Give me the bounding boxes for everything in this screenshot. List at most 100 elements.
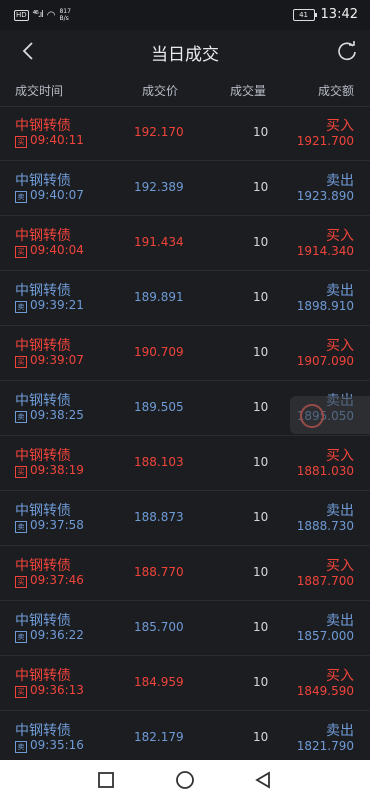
square-icon <box>98 772 114 788</box>
trade-time: 09:40:11 <box>30 133 84 147</box>
hd-badge: HD <box>14 9 29 21</box>
trade-type-tag: 买 <box>15 686 27 698</box>
trade-side: 买入 <box>326 448 354 464</box>
trade-side: 卖出 <box>326 613 354 629</box>
trade-volume: 10 <box>253 675 269 689</box>
trade-volume: 10 <box>253 565 269 579</box>
trade-amount: 1849.590 <box>296 684 354 698</box>
trade-price: 192.389 <box>134 180 184 194</box>
trade-amount: 1888.730 <box>296 519 354 533</box>
trade-volume: 10 <box>253 125 269 139</box>
trade-price: 188.103 <box>134 455 184 469</box>
trade-amount: 1881.030 <box>296 464 354 478</box>
trade-amount: 1821.790 <box>296 739 354 753</box>
trade-price: 190.709 <box>134 345 184 359</box>
table-row[interactable]: 中钢转债买 09:39:07 190.709 10 买入 1907.090 <box>0 326 370 381</box>
trade-volume: 10 <box>253 730 269 744</box>
trade-type-tag: 买 <box>15 576 27 588</box>
trade-price: 185.700 <box>134 620 184 634</box>
trade-side: 买入 <box>326 338 354 354</box>
trade-time: 09:37:46 <box>30 573 84 587</box>
table-row[interactable]: 中钢转债卖 09:39:21 189.891 10 卖出 1898.910 <box>0 271 370 326</box>
trade-type-tag: 卖 <box>15 631 27 643</box>
table-row[interactable]: 中钢转债卖 09:36:22 185.700 10 卖出 1857.000 <box>0 601 370 656</box>
stock-name: 中钢转债 <box>15 118 71 134</box>
table-header: 成交时间 成交价 成交量 成交额 <box>0 72 370 107</box>
speed-value: 817 <box>59 8 71 15</box>
wifi-icon: ◠ <box>46 9 56 21</box>
trade-type-tag: 卖 <box>15 741 27 753</box>
nav-bar: 当日成交 <box>0 30 370 72</box>
trade-amount: 1857.000 <box>296 629 354 643</box>
trade-price: 188.873 <box>134 510 184 524</box>
table-row[interactable]: 中钢转债卖 09:35:16 182.179 10 卖出 1821.790 <box>0 711 370 766</box>
trade-amount: 1914.340 <box>296 244 354 258</box>
trade-price: 189.505 <box>134 400 184 414</box>
trade-type-tag: 买 <box>15 356 27 368</box>
clock: 13:42 <box>320 7 358 22</box>
table-row[interactable]: 中钢转债买 09:36:13 184.959 10 买入 1849.590 <box>0 656 370 711</box>
trade-side: 卖出 <box>326 503 354 519</box>
trade-side: 卖出 <box>326 283 354 299</box>
trade-price: 188.770 <box>134 565 184 579</box>
trade-volume: 10 <box>253 290 269 304</box>
trade-time: 09:36:22 <box>30 628 84 642</box>
table-row[interactable]: 中钢转债买 09:40:11 192.170 10 买入 1921.700 <box>0 106 370 161</box>
speed-unit: B/s <box>59 15 69 22</box>
table-row[interactable]: 中钢转债买 09:37:46 188.770 10 买入 1887.700 <box>0 546 370 601</box>
trade-time: 09:35:16 <box>30 738 84 752</box>
trade-list: 中钢转债买 09:40:11 192.170 10 买入 1921.700 中钢转债卖 09:… <box>0 106 370 766</box>
triangle-back-icon <box>255 771 270 789</box>
trade-type-tag: 买 <box>15 136 27 148</box>
table-row[interactable]: 中钢转债买 09:40:04 191.434 10 买入 1914.340 <box>0 216 370 271</box>
header-volume: 成交量 <box>230 84 267 98</box>
refresh-icon <box>338 41 356 61</box>
trade-type-tag: 卖 <box>15 521 27 533</box>
trade-volume: 10 <box>253 510 269 524</box>
system-back-button[interactable] <box>253 770 273 790</box>
trade-side: 买入 <box>326 118 354 134</box>
trade-type-tag: 卖 <box>15 301 27 313</box>
trade-volume: 10 <box>253 235 269 249</box>
trade-price: 191.434 <box>134 235 184 249</box>
trade-type-tag: 卖 <box>15 191 27 203</box>
floating-assistant-button[interactable] <box>290 396 370 434</box>
battery-icon: 41 <box>292 8 317 21</box>
trade-time: 09:39:21 <box>30 298 84 312</box>
circle-icon <box>176 771 194 789</box>
table-row[interactable]: 中钢转债买 09:38:19 188.103 10 买入 1881.030 <box>0 436 370 491</box>
signal-icon: ⁴⁶.ıl <box>32 10 44 20</box>
stock-name: 中钢转债 <box>15 448 71 464</box>
status-left: HD ⁴⁶.ıl ◠ 817 B/s <box>14 8 71 22</box>
refresh-button[interactable] <box>336 40 358 62</box>
trade-amount: 1921.700 <box>296 134 354 148</box>
trade-volume: 10 <box>253 180 269 194</box>
trade-type-tag: 卖 <box>15 411 27 423</box>
table-row[interactable]: 中钢转债卖 09:37:58 188.873 10 卖出 1888.730 <box>0 491 370 546</box>
trade-type-tag: 买 <box>15 466 27 478</box>
trade-amount: 1923.890 <box>296 189 354 203</box>
table-row[interactable]: 中钢转债卖 09:40:07 192.389 10 卖出 1923.890 <box>0 161 370 216</box>
trade-price: 192.170 <box>134 125 184 139</box>
battery-level: 41 <box>299 10 308 19</box>
page-title: 当日成交 <box>151 45 219 65</box>
trade-time: 09:40:04 <box>30 243 84 257</box>
recent-apps-button[interactable] <box>96 770 116 790</box>
stock-name: 中钢转债 <box>15 613 71 629</box>
trade-time: 09:39:07 <box>30 353 84 367</box>
stock-name: 中钢转债 <box>15 228 71 244</box>
header-price: 成交价 <box>142 84 179 98</box>
trade-price: 182.179 <box>134 730 184 744</box>
trade-time: 09:38:19 <box>30 463 84 477</box>
network-speed: 817 B/s <box>59 8 70 22</box>
stock-name: 中钢转债 <box>15 503 71 519</box>
trade-type-tag: 买 <box>15 246 27 258</box>
stock-name: 中钢转债 <box>15 338 71 354</box>
trade-volume: 10 <box>253 400 269 414</box>
trade-amount: 1887.700 <box>296 574 354 588</box>
trade-volume: 10 <box>253 345 269 359</box>
trade-volume: 10 <box>253 620 269 634</box>
stock-name: 中钢转债 <box>15 558 71 574</box>
home-button[interactable] <box>175 770 195 790</box>
status-bar: HD ⁴⁶.ıl ◠ 817 B/s 41 13:42 <box>0 0 370 30</box>
